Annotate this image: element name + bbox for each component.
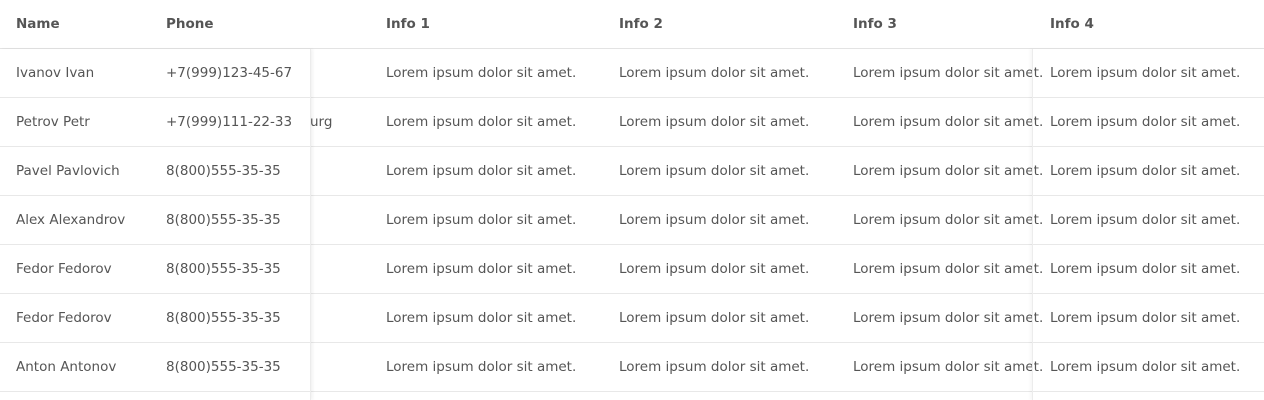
info-3-cell: Lorem ipsum dolor sit amet. bbox=[853, 65, 1044, 81]
info-4-cell: Lorem ipsum dolor sit amet. bbox=[1050, 261, 1241, 277]
info-2-cell: Lorem ipsum dolor sit amet. bbox=[619, 310, 810, 326]
info-4-cell: Lorem ipsum dolor sit amet. bbox=[1050, 212, 1241, 228]
phone-cell: 8(800)555-35-35 bbox=[166, 212, 281, 228]
column-header-info-1[interactable]: Info 1 bbox=[386, 0, 430, 48]
info-3-cell: Lorem ipsum dolor sit amet. bbox=[853, 114, 1044, 130]
info-1-cell: Lorem ipsum dolor sit amet. bbox=[386, 212, 577, 228]
info-1-cell: Lorem ipsum dolor sit amet. bbox=[386, 310, 577, 326]
info-2-cell: Lorem ipsum dolor sit amet. bbox=[619, 359, 810, 375]
info-4-cell: Lorem ipsum dolor sit amet. bbox=[1050, 359, 1241, 375]
info-4-cell: Lorem ipsum dolor sit amet. bbox=[1050, 310, 1241, 326]
info-3-cell: Lorem ipsum dolor sit amet. bbox=[853, 212, 1044, 228]
column-header-info-4[interactable]: Info 4 bbox=[1050, 0, 1094, 48]
info-4-cell: Lorem ipsum dolor sit amet. bbox=[1050, 114, 1241, 130]
info-1-cell: Lorem ipsum dolor sit amet. bbox=[386, 65, 577, 81]
info-2-cell: Lorem ipsum dolor sit amet. bbox=[619, 261, 810, 277]
info-1-cell: Lorem ipsum dolor sit amet. bbox=[386, 261, 577, 277]
phone-cell: 8(800)555-35-35 bbox=[166, 310, 281, 326]
phone-cell: 8(800)555-35-35 bbox=[166, 359, 281, 375]
table-row[interactable]: Lorem ipsum dolor sit amet. Lorem ipsum … bbox=[0, 245, 1264, 294]
info-2-cell: Lorem ipsum dolor sit amet. bbox=[619, 212, 810, 228]
name-cell: Fedor Fedorov bbox=[16, 310, 112, 326]
table-row[interactable]: Lorem ipsum dolor sit amet. Lorem ipsum … bbox=[0, 196, 1264, 245]
city-cell: urg bbox=[310, 114, 333, 130]
column-header-info-3[interactable]: Info 3 bbox=[853, 0, 897, 48]
name-cell: Petrov Petr bbox=[16, 114, 90, 130]
phone-cell: 8(800)555-35-35 bbox=[166, 163, 281, 179]
info-1-cell: Lorem ipsum dolor sit amet. bbox=[386, 359, 577, 375]
table-row[interactable]: urg Lorem ipsum dolor sit amet. Lorem ip… bbox=[0, 98, 1264, 147]
phone-cell: +7(999)123-45-67 bbox=[166, 65, 293, 81]
info-1-cell: Lorem ipsum dolor sit amet. bbox=[386, 163, 577, 179]
name-cell: Alex Alexandrov bbox=[16, 212, 126, 228]
column-header-name[interactable]: Name bbox=[16, 0, 60, 48]
table-row[interactable]: Lorem ipsum dolor sit amet. Lorem ipsum … bbox=[0, 49, 1264, 98]
info-4-cell: Lorem ipsum dolor sit amet. bbox=[1050, 163, 1241, 179]
info-1-cell: Lorem ipsum dolor sit amet. bbox=[386, 114, 577, 130]
name-cell: Ivanov Ivan bbox=[16, 65, 95, 81]
info-3-cell: Lorem ipsum dolor sit amet. bbox=[853, 359, 1044, 375]
info-3-cell: Lorem ipsum dolor sit amet. bbox=[853, 163, 1044, 179]
info-2-cell: Lorem ipsum dolor sit amet. bbox=[619, 65, 810, 81]
table-row[interactable]: Lorem ipsum dolor sit amet. Lorem ipsum … bbox=[0, 343, 1264, 392]
info-2-cell: Lorem ipsum dolor sit amet. bbox=[619, 163, 810, 179]
table-row[interactable]: Lorem ipsum dolor sit amet. Lorem ipsum … bbox=[0, 147, 1264, 196]
name-cell: Pavel Pavlovich bbox=[16, 163, 120, 179]
name-cell: Anton Antonov bbox=[16, 359, 117, 375]
info-3-cell: Lorem ipsum dolor sit amet. bbox=[853, 261, 1044, 277]
table-header: Name Phone Info 1 Info 2 Info 3 Info 4 bbox=[0, 0, 1264, 49]
column-header-info-2[interactable]: Info 2 bbox=[619, 0, 663, 48]
data-table: Name Phone Info 1 Info 2 Info 3 Info 4 L… bbox=[0, 0, 1264, 400]
table-row[interactable]: Lorem ipsum dolor sit amet. Lorem ipsum … bbox=[0, 294, 1264, 343]
phone-cell: +7(999)111-22-33 bbox=[166, 114, 293, 130]
info-3-cell: Lorem ipsum dolor sit amet. bbox=[853, 310, 1044, 326]
column-header-phone[interactable]: Phone bbox=[166, 0, 214, 48]
name-cell: Fedor Fedorov bbox=[16, 261, 112, 277]
info-4-cell: Lorem ipsum dolor sit amet. bbox=[1050, 65, 1241, 81]
phone-cell: 8(800)555-35-35 bbox=[166, 261, 281, 277]
info-2-cell: Lorem ipsum dolor sit amet. bbox=[619, 114, 810, 130]
